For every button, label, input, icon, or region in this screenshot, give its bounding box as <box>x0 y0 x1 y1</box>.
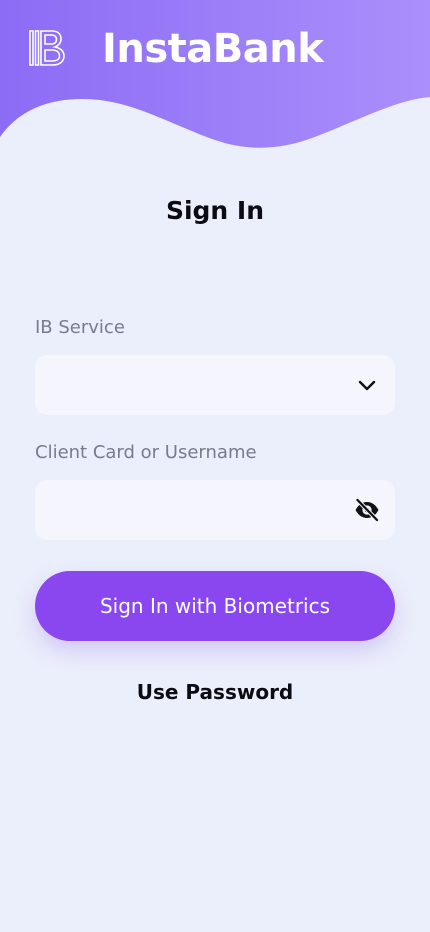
use-password-link[interactable]: Use Password <box>0 678 430 706</box>
username-label: Client Card or Username <box>35 442 257 463</box>
page-title: Sign In <box>165 196 265 225</box>
eye-off-icon[interactable] <box>354 497 380 523</box>
brand-name: InstaBank <box>102 26 324 72</box>
chevron-down-icon[interactable] <box>357 377 377 393</box>
sign-in-biometrics-button[interactable]: Sign In with Biometrics <box>35 571 395 641</box>
username-input[interactable] <box>51 480 351 540</box>
header: InstaBank <box>0 0 430 160</box>
ib-service-select[interactable] <box>35 355 395 415</box>
ib-service-label: IB Service <box>35 317 125 338</box>
ib-logo-icon <box>29 30 65 66</box>
username-field[interactable] <box>35 480 395 540</box>
